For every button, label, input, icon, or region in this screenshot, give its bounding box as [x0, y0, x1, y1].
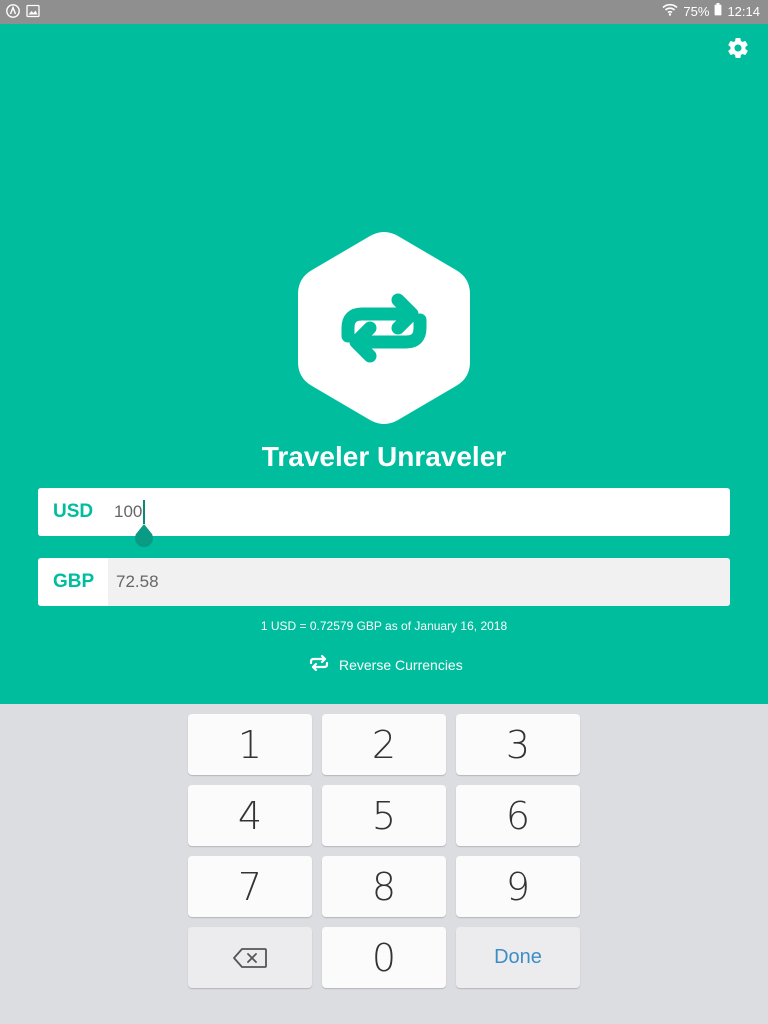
usd-amount-value: 100 [114, 502, 143, 521]
gbp-currency-code[interactable]: GBP [38, 558, 108, 606]
key-2[interactable]: 2 [322, 714, 446, 775]
image-icon [26, 4, 40, 23]
key-9[interactable]: 9 [456, 856, 580, 917]
wifi-icon [662, 3, 678, 19]
key-7[interactable]: 7 [188, 856, 312, 917]
numeric-keypad: 1 2 3 4 5 6 7 8 9 0 Done [0, 704, 768, 1024]
backspace-icon [233, 947, 267, 968]
usd-amount-input[interactable]: 100 [108, 488, 730, 536]
cursor-handle[interactable] [134, 524, 154, 548]
key-3[interactable]: 3 [456, 714, 580, 775]
status-right: 75% 12:14 [662, 3, 760, 19]
android-a-icon [6, 4, 20, 23]
app-title: Traveler Unraveler [261, 441, 507, 472]
key-4[interactable]: 4 [188, 785, 312, 846]
backspace-key[interactable] [188, 927, 312, 988]
swap-arrows-icon [309, 654, 329, 674]
key-0[interactable]: 0 [322, 927, 446, 988]
battery-percent: 75% [683, 3, 710, 19]
reverse-currencies-label: Reverse Currencies [339, 656, 463, 673]
reverse-currencies-button[interactable]: Reverse Currencies [309, 654, 463, 674]
gear-icon[interactable] [726, 36, 750, 60]
done-key[interactable]: Done [456, 927, 580, 988]
key-6[interactable]: 6 [456, 785, 580, 846]
key-8[interactable]: 8 [322, 856, 446, 917]
status-left [6, 4, 40, 23]
battery-icon [714, 3, 722, 19]
status-bar: 75% 12:14 [0, 0, 768, 24]
text-cursor [143, 500, 146, 524]
status-time: 12:14 [727, 3, 760, 19]
app-logo [298, 232, 470, 424]
app-header-area: Traveler Unraveler USD 100 GBP 72.58 1 U… [0, 24, 768, 704]
key-5[interactable]: 5 [322, 785, 446, 846]
swap-arrows-icon [298, 232, 470, 424]
usd-currency-code[interactable]: USD [38, 488, 108, 536]
gbp-output-field[interactable]: GBP 72.58 [38, 558, 730, 606]
key-1[interactable]: 1 [188, 714, 312, 775]
gbp-amount-value: 72.58 [108, 558, 730, 606]
exchange-rate-text: 1 USD = 0.72579 GBP as of January 16, 20… [260, 619, 508, 633]
